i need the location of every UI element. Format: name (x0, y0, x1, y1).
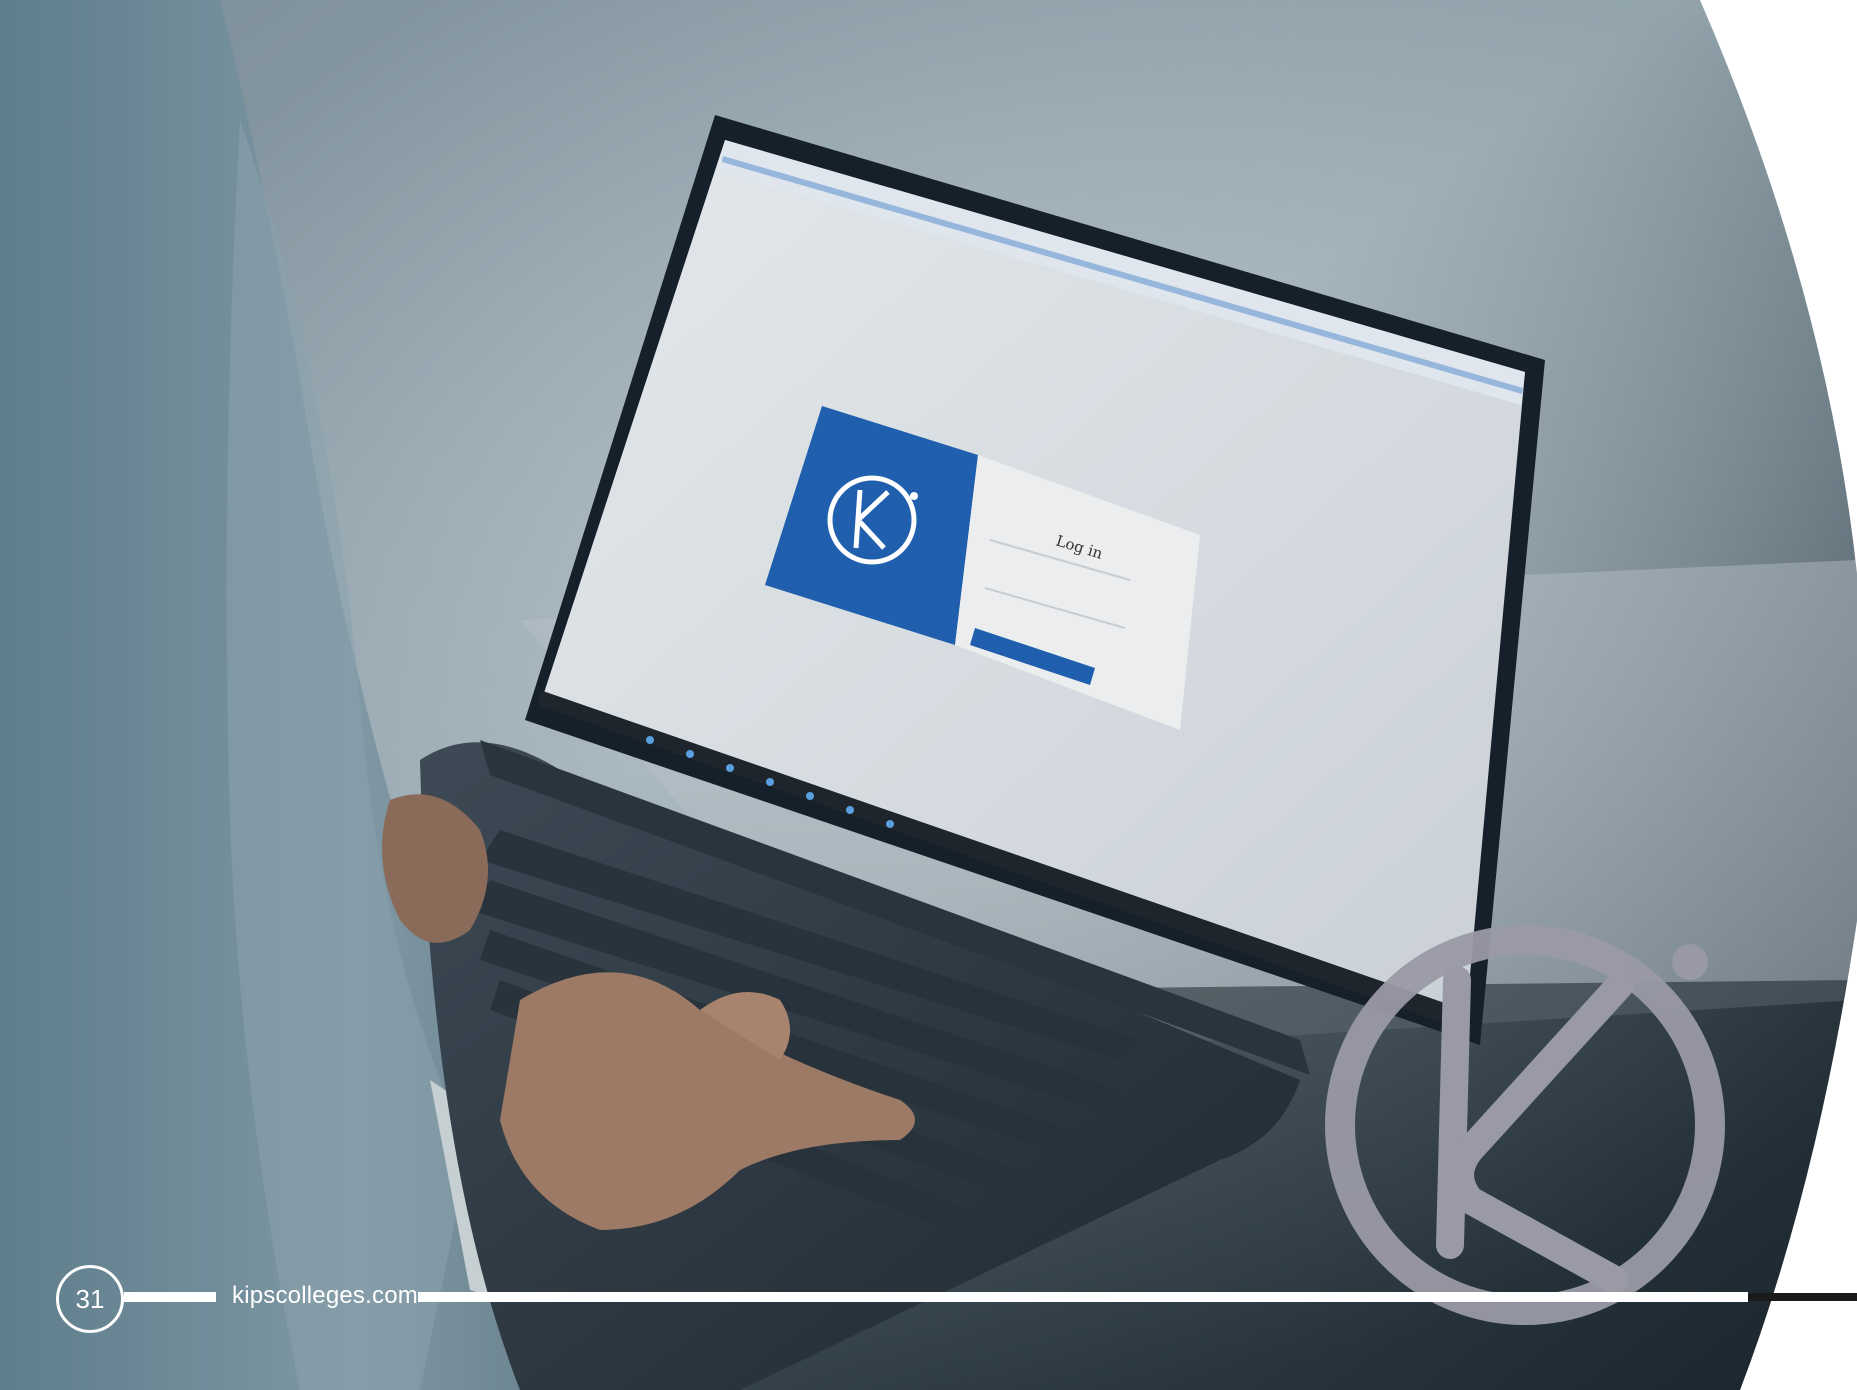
footer-website: kipscolleges.com (232, 1282, 418, 1309)
page-number: 31 (56, 1265, 124, 1333)
photo-scene: Log in (0, 0, 1857, 1390)
